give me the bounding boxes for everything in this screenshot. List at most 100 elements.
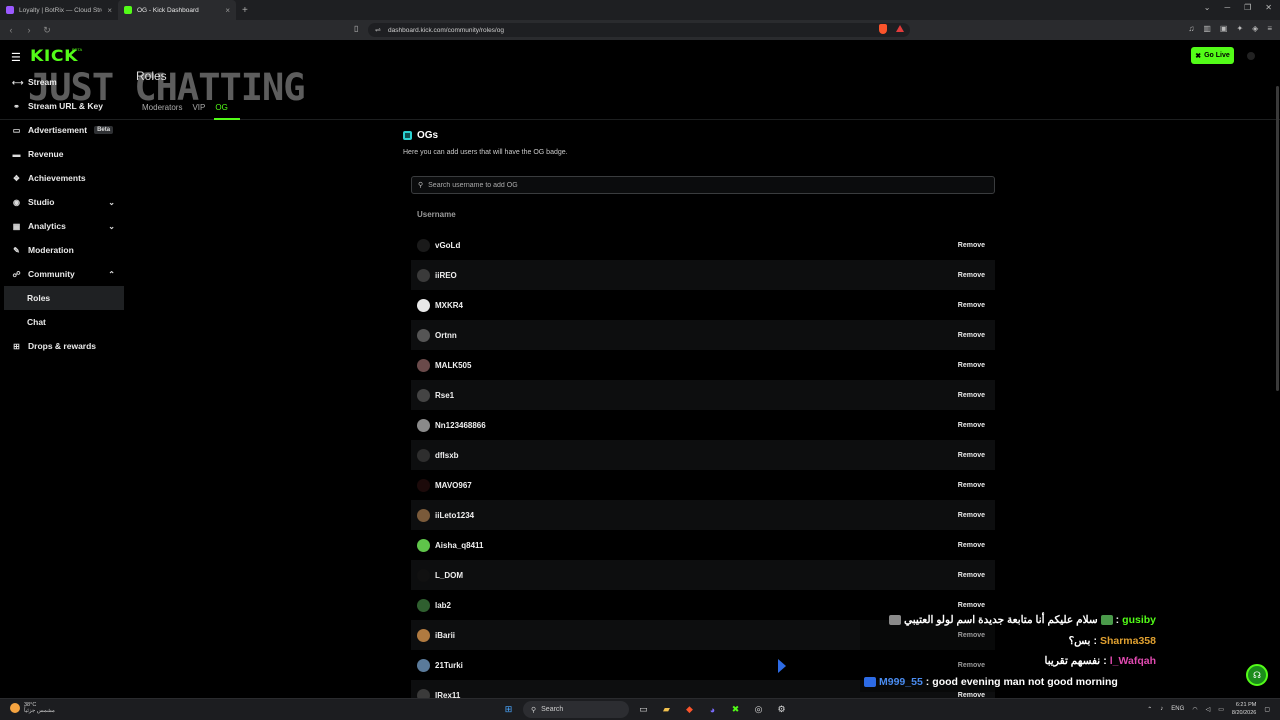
remove-button[interactable]: Remove bbox=[958, 242, 985, 249]
url-field[interactable]: ⇌ dashboard.kick.com/community/roles/og bbox=[368, 23, 910, 37]
tab-vip[interactable]: VIP bbox=[192, 103, 205, 112]
sidebar-item-label: Roles bbox=[27, 293, 51, 303]
sidebar-item-community[interactable]: ☍ Community ⌃ bbox=[0, 262, 125, 286]
remove-button[interactable]: Remove bbox=[958, 332, 985, 339]
username[interactable]: lab2 bbox=[435, 601, 451, 610]
tab-list-icon[interactable]: ⌄ bbox=[1204, 3, 1211, 12]
tab-og[interactable]: OG bbox=[215, 103, 227, 112]
search-box[interactable]: ⚲ bbox=[411, 176, 995, 194]
user-avatar[interactable] bbox=[1247, 52, 1255, 60]
username[interactable]: MXKR4 bbox=[435, 301, 463, 310]
taskbar-search[interactable]: ⚲ Search bbox=[523, 701, 629, 718]
discord-icon[interactable]: ◕ bbox=[704, 701, 721, 718]
go-live-button[interactable]: ✖ Go Live bbox=[1191, 47, 1234, 64]
support-button[interactable]: ☊ bbox=[1246, 664, 1268, 686]
username[interactable]: iiREO bbox=[435, 271, 457, 280]
remove-button[interactable]: Remove bbox=[958, 572, 985, 579]
vpn-icon[interactable]: ◈ bbox=[1252, 24, 1258, 33]
username[interactable]: MALK505 bbox=[435, 361, 471, 370]
remove-button[interactable]: Remove bbox=[958, 452, 985, 459]
wifi-icon[interactable]: ◠ bbox=[1192, 706, 1197, 713]
site-info-icon[interactable]: ⇌ bbox=[375, 26, 381, 34]
sidebar-item-achievements[interactable]: ❖ Achievements bbox=[0, 166, 125, 190]
sidebar-item-revenue[interactable]: ▬ Revenue bbox=[0, 142, 125, 166]
username[interactable]: Ortnn bbox=[435, 331, 457, 340]
remove-button[interactable]: Remove bbox=[958, 482, 985, 489]
chat-username[interactable]: M999_55 bbox=[879, 676, 923, 688]
username[interactable]: Aisha_q8411 bbox=[435, 541, 483, 550]
forward-icon[interactable]: › bbox=[22, 25, 36, 35]
remove-button[interactable]: Remove bbox=[958, 272, 985, 279]
notifications-icon[interactable]: ▢ bbox=[1264, 706, 1270, 713]
volume-icon[interactable]: ◁ bbox=[1206, 706, 1211, 713]
close-tab-icon[interactable]: × bbox=[225, 6, 230, 15]
username[interactable]: iiLeto1234 bbox=[435, 511, 474, 520]
chat-username[interactable]: gusiby bbox=[1122, 614, 1156, 626]
menu-icon[interactable]: ≡ bbox=[1267, 24, 1272, 33]
username[interactable]: Rse1 bbox=[435, 391, 454, 400]
tray-overflow-icon[interactable]: ⌃ bbox=[1147, 706, 1152, 713]
task-view-icon[interactable]: ▭ bbox=[635, 701, 652, 718]
username[interactable]: Nn123468866 bbox=[435, 421, 486, 430]
sidebar-item-advertisement[interactable]: ▭ Advertisement Beta bbox=[0, 118, 125, 142]
close-window-icon[interactable]: ✕ bbox=[1265, 3, 1272, 12]
bookmark-icon[interactable]: ▯ bbox=[354, 24, 358, 33]
media-icon[interactable]: ♫ bbox=[1188, 24, 1194, 33]
username[interactable]: L_DOM bbox=[435, 571, 463, 580]
microphone-icon[interactable]: ♪ bbox=[1160, 706, 1163, 712]
close-tab-icon[interactable]: × bbox=[107, 6, 112, 15]
remove-button[interactable]: Remove bbox=[958, 392, 985, 399]
remove-button[interactable]: Remove bbox=[958, 542, 985, 549]
sidebar-item-studio[interactable]: ◉ Studio ⌄ bbox=[0, 190, 125, 214]
brave-shield-icon[interactable] bbox=[879, 24, 887, 34]
extensions-icon[interactable]: ✦ bbox=[1236, 24, 1243, 33]
username[interactable]: lRex11 bbox=[435, 691, 460, 699]
language-indicator[interactable]: ENG bbox=[1171, 706, 1184, 712]
search-icon: ⚲ bbox=[418, 182, 424, 189]
new-tab-icon[interactable]: + bbox=[242, 5, 248, 16]
browser-tab-kick[interactable]: OG - Kick Dashboard × bbox=[118, 0, 236, 20]
username[interactable]: dflsxb bbox=[435, 451, 459, 460]
username[interactable]: 21Turki bbox=[435, 661, 463, 670]
windows-start-icon[interactable]: ⊞ bbox=[500, 701, 517, 718]
sidebar-item-roles[interactable]: Roles bbox=[4, 286, 124, 310]
chat-username[interactable]: Sharma358 bbox=[1100, 635, 1156, 647]
sidebar-item-stream-url-key[interactable]: ⚭ Stream URL & Key bbox=[0, 94, 125, 118]
wallet-icon[interactable]: ▣ bbox=[1220, 24, 1228, 33]
remove-button[interactable]: Remove bbox=[958, 302, 985, 309]
kick-app-icon[interactable]: ✖ bbox=[727, 701, 744, 718]
warning-icon[interactable] bbox=[896, 25, 904, 32]
hamburger-menu-icon[interactable]: ☰ bbox=[11, 51, 21, 64]
sidebar-item-analytics[interactable]: ▦ Analytics ⌄ bbox=[0, 214, 125, 238]
remove-button[interactable]: Remove bbox=[958, 512, 985, 519]
page-scrollbar[interactable] bbox=[1276, 86, 1279, 391]
minimize-icon[interactable]: ─ bbox=[1224, 3, 1230, 12]
settings-gear-icon[interactable]: ⚙ bbox=[773, 701, 790, 718]
sidebar-item-moderation[interactable]: ✎ Moderation bbox=[0, 238, 125, 262]
tab-moderators[interactable]: Moderators bbox=[142, 103, 182, 112]
battery-icon[interactable]: ▭ bbox=[1218, 706, 1224, 713]
search-input[interactable] bbox=[428, 181, 969, 189]
sidebar-item-drops-rewards[interactable]: ⊞ Drops & rewards bbox=[0, 334, 125, 358]
obs-icon[interactable]: ◎ bbox=[750, 701, 767, 718]
sidebar-item-stream[interactable]: ⟷ Stream bbox=[0, 70, 125, 94]
back-icon[interactable]: ‹ bbox=[4, 25, 18, 35]
file-explorer-icon[interactable]: ▰ bbox=[658, 701, 675, 718]
kick-logo[interactable]: KICK bbox=[30, 46, 78, 65]
remove-button[interactable]: Remove bbox=[958, 422, 985, 429]
chat-username[interactable]: l_Wafqah bbox=[1110, 655, 1156, 667]
maximize-icon[interactable]: ❐ bbox=[1244, 3, 1251, 12]
clock[interactable]: 6:21 PM 8/20/2026 bbox=[1232, 701, 1256, 717]
username[interactable]: iBarii bbox=[435, 631, 455, 640]
remove-button[interactable]: Remove bbox=[958, 602, 985, 609]
browser-tab-botrix[interactable]: Loyalty | BotRix — Cloud Streaming × bbox=[0, 0, 118, 20]
username[interactable]: vGoLd bbox=[435, 241, 460, 250]
remove-button[interactable]: Remove bbox=[958, 362, 985, 369]
weather-widget[interactable]: 38°C مشمس جزئياً bbox=[10, 702, 55, 714]
sidebar-item-chat[interactable]: Chat bbox=[0, 310, 125, 334]
reload-icon[interactable]: ↻ bbox=[40, 25, 54, 36]
headset-icon: ☊ bbox=[1253, 669, 1261, 680]
username[interactable]: MAVO967 bbox=[435, 481, 472, 490]
sidebar-icon[interactable]: ▥ bbox=[1203, 24, 1211, 33]
brave-browser-icon[interactable]: ◆ bbox=[681, 701, 698, 718]
